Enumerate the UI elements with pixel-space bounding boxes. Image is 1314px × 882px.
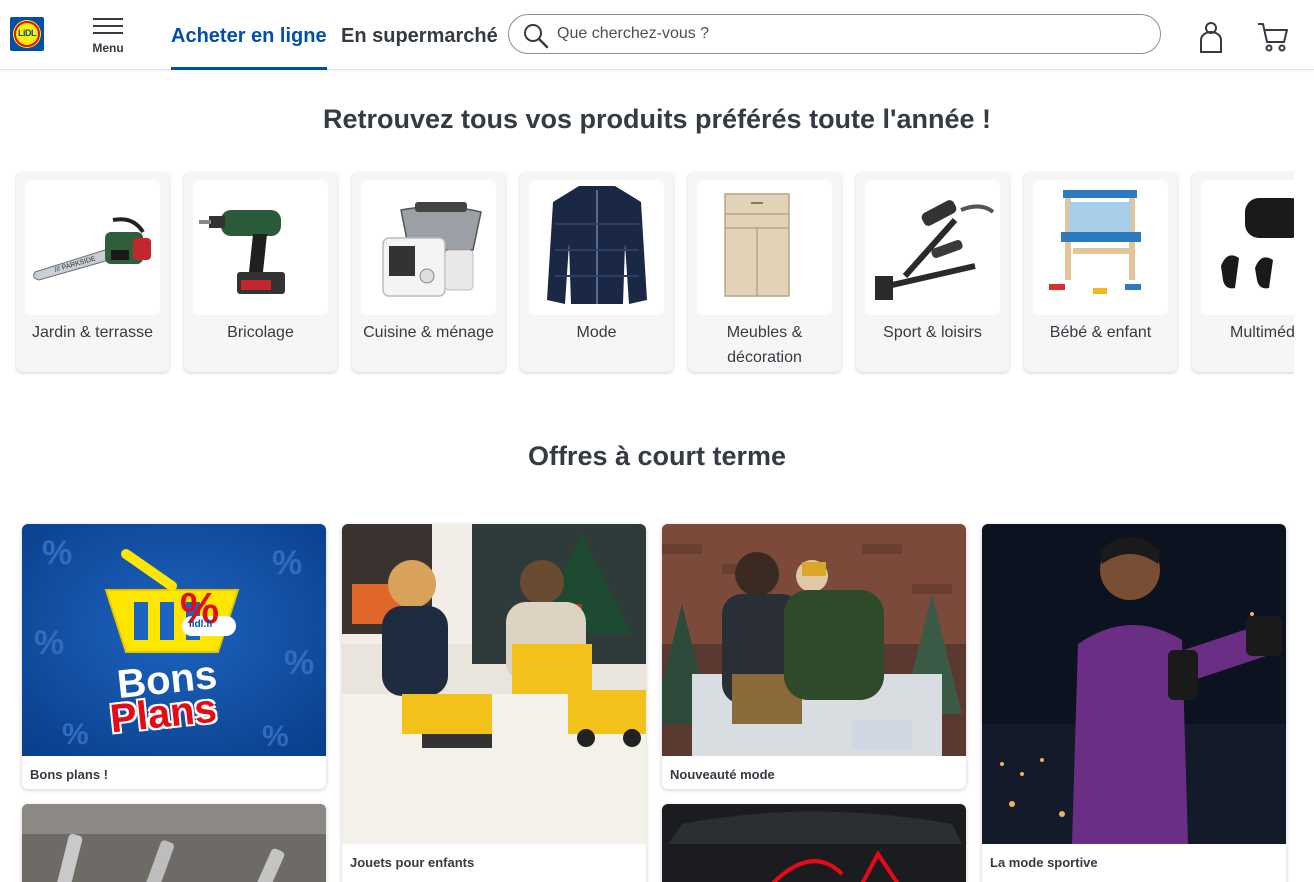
category-card-multimedia[interactable]: Multiméd [1192,172,1294,372]
lidl-fr-badge: lidl.fr [189,619,214,630]
category-label-line1: Meubles & [726,324,803,341]
category-label-line2: décoration [727,349,802,366]
tools-image [22,804,326,882]
offer-tile-mode-sportive[interactable]: La mode sportive [982,524,1286,882]
category-label: Meubles & décoration [692,320,837,370]
offer-tile-bons-plans[interactable]: % % % % % % % lidl.fr Bons Plans Bons pl… [22,524,326,789]
svg-text:%: % [272,544,302,582]
category-label: Multiméd [1230,324,1294,341]
cart-icon[interactable] [1256,20,1290,54]
toy-workbench-icon [1033,180,1168,315]
category-card-bebe[interactable]: Bébé & enfant [1024,172,1177,372]
cabinet-icon [697,180,832,315]
mode-sportive-image [982,524,1286,844]
jacket-icon [529,180,664,315]
category-card-meubles[interactable]: Meubles & décoration [688,172,841,372]
top-header: LiDL Menu Acheter en ligne En supermarch… [0,0,1314,70]
category-label: Bricolage [227,324,294,341]
tile-label: Bons plans ! [30,767,109,782]
earbuds-icon [1201,180,1294,315]
category-card-jardin[interactable]: /// PARKSIDE Jardin & terrasse [16,172,169,372]
search-icon[interactable] [523,23,549,49]
category-label: Cuisine & ménage [363,324,494,341]
hamburger-icon-line [93,25,123,27]
search-input[interactable] [557,20,1147,48]
lidl-logo[interactable]: LiDL [10,17,44,51]
svg-text:%: % [262,720,289,753]
offer-tile-tools[interactable] [22,804,326,882]
category-card-bricolage[interactable]: Bricolage [184,172,337,372]
search-bar [508,14,1161,54]
offers-title: Offres à court terme [527,441,787,471]
tab-acheter-en-ligne[interactable]: Acheter en ligne [171,0,327,70]
category-card-sport[interactable]: Sport & loisirs [856,172,1009,372]
category-label: Bébé & enfant [1049,324,1152,341]
category-label: Jardin & terrasse [32,324,153,341]
kitchen-robot-icon [361,180,496,315]
auto-image [662,804,966,882]
offer-tile-nouveaute-mode[interactable]: Nouveauté mode [662,524,966,789]
tab-en-supermarche[interactable]: En supermarché [341,0,498,70]
chainsaw-icon: /// PARKSIDE [25,180,160,315]
tile-label: La mode sportive [990,855,1098,870]
tile-label: Jouets pour enfants [350,855,475,870]
menu-label: Menu [92,41,124,55]
menu-button[interactable]: Menu [88,14,130,56]
svg-text:%: % [34,624,64,662]
offer-tile-auto[interactable] [662,804,966,882]
hamburger-icon-line [93,32,123,34]
category-carousel: /// PARKSIDE Jardin & terrasse Bricolage [15,171,1294,376]
promo-line2: Plans [107,686,219,742]
category-label: Mode [576,324,617,341]
category-card-cuisine[interactable]: Cuisine & ménage [352,172,505,372]
svg-text:%: % [42,534,72,572]
tile-label: Nouveauté mode [670,767,775,782]
svg-text:%: % [284,644,314,682]
nouveaute-mode-image [662,524,966,756]
workout-bench-icon [865,180,1000,315]
offer-tile-jouets[interactable]: Jouets pour enfants [342,524,646,882]
svg-text:%: % [62,718,89,751]
categories-title: Retrouvez tous vos produits préférés tou… [322,104,992,134]
drill-icon [193,180,328,315]
logo-text: LiDL [18,28,37,38]
category-card-mode[interactable]: Mode [520,172,673,372]
hamburger-icon [93,18,123,20]
category-label: Sport & loisirs [883,324,982,341]
logo-circle: LiDL [13,20,41,48]
jouets-image [342,524,646,844]
account-icon[interactable] [1194,20,1228,54]
